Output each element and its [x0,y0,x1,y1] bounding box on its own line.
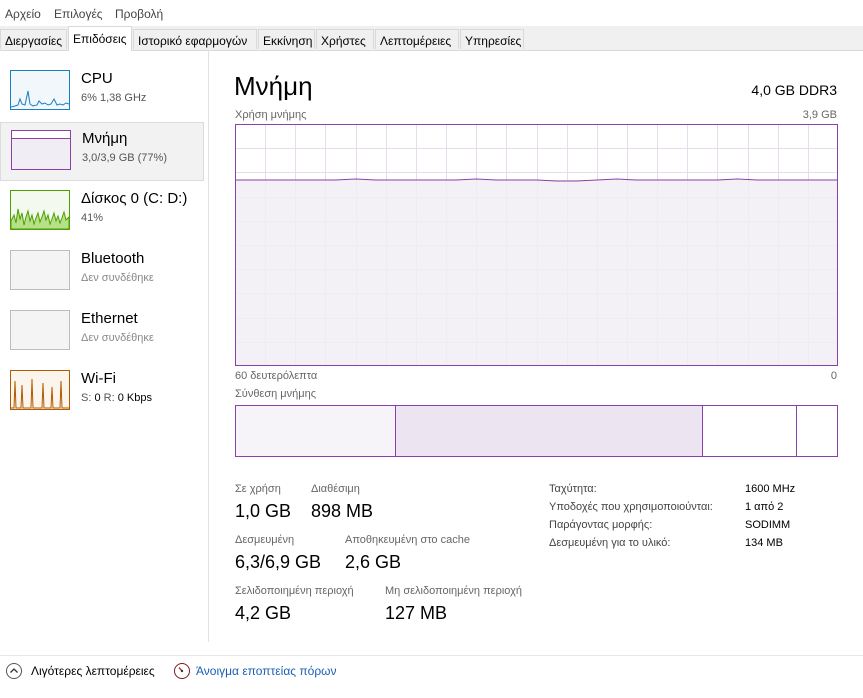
nonpaged-pool-label: Μη σελιδοποιημένη περιοχή [385,585,522,597]
usage-graph-svg [235,124,838,366]
slots-value: 1 από 2 [745,501,784,513]
menu-view[interactable]: Προβολή [115,7,163,21]
tab-details[interactable]: Λεπτομέρειες [375,29,459,49]
receive-label: R: [103,392,115,404]
memory-composition-bar [235,405,838,457]
usage-graph-label: Χρήση μνήμης [235,109,307,121]
resource-monitor-icon [174,663,190,679]
menu-file[interactable]: Αρχείο [5,7,41,21]
nonpaged-pool-value: 127 MB [385,603,448,623]
sidebar: CPU 6% 1,38 GHz Μνήμη 3,0/3,9 GB (77%) Δ… [0,50,209,642]
menu-options[interactable]: Επιλογές [54,7,103,21]
sidebar-item-disk[interactable]: Δίσκος 0 (C: D:) 41% [0,184,204,242]
in-use-value: 1,0 GB [235,501,292,521]
tab-startup[interactable]: Εκκίνηση [258,29,315,49]
cached-label: Αποθηκευμένη στο cache [345,534,470,546]
fewer-details-label: Λιγότερες λεπτομέρειες [31,664,155,678]
sidebar-item-sub: 3,0/3,9 GB (77%) [82,152,167,164]
hardware-reserved-value: 134 MB [745,537,783,549]
slots-label: Υποδοχές που χρησιμοποιούνται: [549,501,713,513]
chevron-up-icon [6,663,22,679]
tab-services[interactable]: Υπηρεσίες [460,29,524,49]
page-title: Μνήμη [234,71,313,101]
composition-free [796,405,838,457]
sidebar-item-bluetooth[interactable]: Bluetooth Δεν συνδέθηκε [0,244,204,302]
memory-usage-graph [235,124,838,366]
sidebar-item-label: Δίσκος 0 (C: D:) [81,190,188,207]
committed-label: Δεσμευμένη [235,534,295,546]
form-factor-value: SODIMM [745,519,791,531]
sidebar-item-label: CPU [81,70,113,87]
in-use-label: Σε χρήση [235,483,281,495]
composition-label: Σύνθεση μνήμης [235,388,317,400]
footer: Λιγότερες λεπτομέρειες Άνοιγμα εποπτείας… [0,655,863,698]
form-factor-label: Παράγοντας μορφής: [549,519,653,531]
cpu-graph-icon [10,70,70,110]
hardware-reserved-label: Δεσμευμένη για το υλικό: [549,537,671,549]
send-value: 0 [94,392,101,404]
sidebar-item-ethernet[interactable]: Ethernet Δεν συνδέθηκε [0,304,204,362]
composition-standby [702,405,797,457]
sidebar-item-sub: S: 0 R: 0 Kbps [81,392,152,404]
sidebar-item-wifi[interactable]: Wi-Fi S: 0 R: 0 Kbps [0,364,204,422]
ethernet-graph-icon [10,310,70,350]
sidebar-item-sub: 6% 1,38 GHz [81,92,147,104]
speed-label: Ταχύτητα: [549,483,597,495]
sidebar-item-cpu[interactable]: CPU 6% 1,38 GHz [0,64,204,122]
sidebar-item-sub: 41% [81,212,104,224]
tab-bar: Διεργασίες Επιδόσεις Ιστορικό εφαρμογών … [0,26,863,51]
open-resource-monitor-label: Άνοιγμα εποπτείας πόρων [196,664,337,678]
receive-value: 0 Kbps [117,392,152,404]
composition-in-use [235,405,396,457]
time-zero-label: 0 [830,370,837,382]
composition-modified [395,405,703,457]
disk-graph-icon [10,190,70,230]
sidebar-item-label: Ethernet [81,310,138,327]
tab-performance[interactable]: Επιδόσεις [68,26,132,51]
sidebar-item-memory[interactable]: Μνήμη 3,0/3,9 GB (77%) [0,122,204,181]
time-span-label: 60 δευτερόλεπτα [235,370,318,382]
tab-users[interactable]: Χρήστες [316,29,374,49]
paged-pool-value: 4,2 GB [235,603,292,623]
sidebar-item-label: Bluetooth [81,250,145,267]
tab-app-history[interactable]: Ιστορικό εφαρμογών [133,29,257,49]
committed-value: 6,3/6,9 GB [235,552,322,572]
send-label: S: [81,392,92,404]
sidebar-item-sub: Δεν συνδέθηκε [81,332,154,344]
cached-value: 2,6 GB [345,552,402,572]
memory-spec: 4,0 GB DDR3 [751,82,837,98]
open-resource-monitor-link[interactable]: Άνοιγμα εποπτείας πόρων [174,662,354,682]
speed-value: 1600 MHz [745,483,796,495]
available-value: 898 MB [311,501,374,521]
paged-pool-label: Σελιδοποιημένη περιοχή [235,585,354,597]
wifi-graph-icon [10,370,70,410]
memory-graph-icon [11,130,71,170]
available-label: Διαθέσιμη [311,483,360,495]
sidebar-item-label: Μνήμη [82,130,128,147]
sidebar-item-sub: Δεν συνδέθηκε [81,272,154,284]
bluetooth-graph-icon [10,250,70,290]
tab-processes[interactable]: Διεργασίες [0,29,67,49]
sidebar-item-label: Wi-Fi [81,370,116,387]
usage-graph-max: 3,9 GB [802,109,837,121]
menu-bar: Αρχείο Επιλογές Προβολή [0,0,863,26]
usage-fill-area [235,180,838,366]
fewer-details-button[interactable]: Λιγότερες λεπτομέρειες [6,662,166,682]
